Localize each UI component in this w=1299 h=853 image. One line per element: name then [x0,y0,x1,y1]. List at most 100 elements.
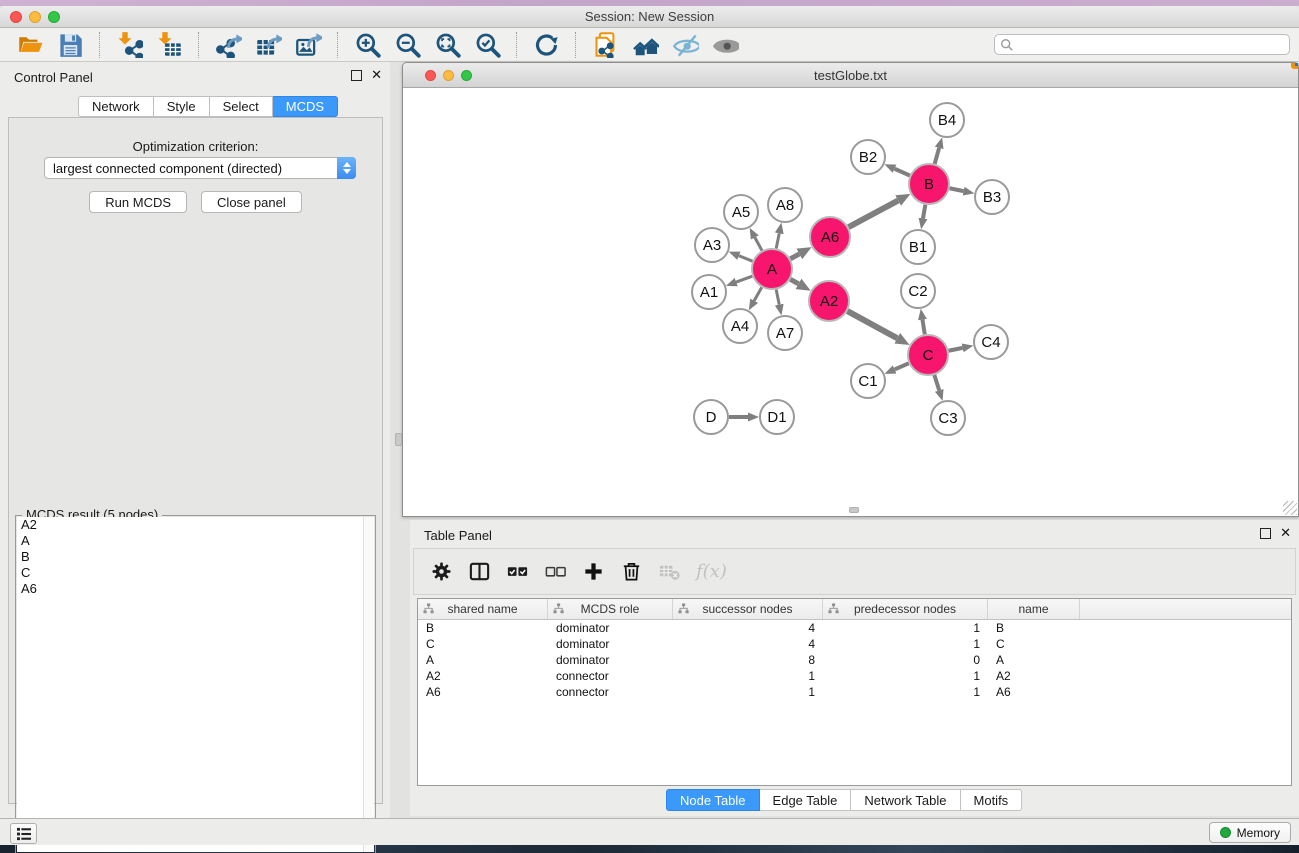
table-row[interactable]: Bdominator41B [418,620,1291,636]
network-vscrollbar[interactable] [395,433,402,446]
graph-node-B1[interactable]: B1 [901,230,935,264]
table-cell[interactable]: connector [548,684,673,700]
delete-column-button[interactable] [616,556,647,587]
tab-edge-table[interactable]: Edge Table [760,789,852,811]
save-session-button[interactable] [50,30,90,60]
tab-style[interactable]: Style [154,96,210,117]
table-cell[interactable]: dominator [548,652,673,668]
optimization-criterion-dropdown[interactable]: largest connected component (directed) [44,157,356,179]
graph-node-B2[interactable]: B2 [851,140,885,174]
import-network-button[interactable] [109,30,149,60]
table-cell[interactable]: 0 [823,652,988,668]
import-table-button[interactable] [149,30,189,60]
table-cell[interactable]: 1 [823,620,988,636]
graph-edge-C-C2[interactable] [922,320,924,335]
result-list-item[interactable]: B [17,549,374,565]
result-list-item[interactable]: C [17,565,374,581]
result-list-item[interactable]: A6 [17,581,374,597]
table-cell[interactable]: dominator [548,636,673,652]
network-window-titlebar[interactable]: testGlobe.txt [403,63,1298,88]
hide-selected-button[interactable] [665,30,705,60]
table-row[interactable]: Cdominator41C [418,636,1291,652]
graph-node-C[interactable]: C [908,335,948,375]
graph-edge-C-C1[interactable] [895,363,909,369]
table-settings-button[interactable] [426,556,457,587]
column-header-successor-nodes[interactable]: successor nodes [673,599,823,619]
table-cell[interactable]: 1 [673,668,823,684]
graph-edge-B-B1[interactable] [923,205,925,219]
graph-node-A[interactable]: A [752,249,792,289]
table-cell[interactable]: A6 [988,684,1080,700]
table-cell[interactable]: C [988,636,1080,652]
graph-edge-B-B4[interactable] [935,148,939,164]
graph-node-A7[interactable]: A7 [768,316,802,350]
tab-network[interactable]: Network [78,96,154,117]
network-hscrollbar[interactable] [849,507,859,513]
resize-grip-icon[interactable] [1283,501,1297,515]
graph-edge-A2-C[interactable] [847,311,897,338]
table-row[interactable]: A2connector11A2 [418,668,1291,684]
table-cell[interactable]: B [988,620,1080,636]
graph-edge-B-B2[interactable] [895,169,910,176]
table-cell[interactable]: 1 [823,636,988,652]
graph-edge-A-A2[interactable] [790,279,798,284]
float-panel-icon[interactable] [351,70,362,81]
graph-edge-B-B3[interactable] [950,188,964,191]
zoom-selected-button[interactable] [467,30,507,60]
graph-edge-A-A4[interactable] [754,287,762,300]
column-header-predecessor-nodes[interactable]: predecessor nodes [823,599,988,619]
graph-node-C1[interactable]: C1 [851,364,885,398]
task-history-button[interactable] [10,823,37,844]
column-header-mcds-role[interactable]: MCDS role [548,599,673,619]
table-cell[interactable]: connector [548,668,673,684]
select-all-rows-button[interactable] [502,556,533,587]
graph-node-A8[interactable]: A8 [768,188,802,222]
float-table-panel-icon[interactable] [1260,528,1271,539]
table-cell[interactable]: A2 [418,668,548,684]
export-image-button[interactable] [288,30,328,60]
graph-edge-C-C3[interactable] [934,375,939,390]
graph-node-B3[interactable]: B3 [975,180,1009,214]
column-header-shared-name[interactable]: shared name [418,599,548,619]
graph-edge-C-C4[interactable] [949,348,963,351]
table-cell[interactable]: dominator [548,620,673,636]
open-file-button[interactable] [10,30,50,60]
network-canvas[interactable]: B4B2BB3A8A5A6A3B1AA1C2A2A4A7C4CC1C3DD1 [403,88,1298,516]
graph-edge-A-A7[interactable] [776,290,779,305]
graph-node-A1[interactable]: A1 [692,275,726,309]
graph-node-C2[interactable]: C2 [901,274,935,308]
home-view-button[interactable] [625,30,665,60]
column-header-name[interactable]: name [988,599,1080,619]
close-panel-icon[interactable]: ✕ [371,69,382,82]
run-mcds-button[interactable]: Run MCDS [89,191,187,213]
zoom-out-button[interactable] [387,30,427,60]
table-cell[interactable]: 4 [673,620,823,636]
graph-node-A3[interactable]: A3 [695,228,729,262]
graph-node-A2[interactable]: A2 [809,281,849,321]
refresh-view-button[interactable] [526,30,566,60]
export-network-button[interactable] [208,30,248,60]
graph-node-C3[interactable]: C3 [931,401,965,435]
table-row[interactable]: Adominator80A [418,652,1291,668]
table-cell[interactable]: A2 [988,668,1080,684]
result-list-item[interactable]: A [17,533,374,549]
add-column-button[interactable] [578,556,609,587]
table-cell[interactable]: 4 [673,636,823,652]
graph-node-D1[interactable]: D1 [760,400,794,434]
graph-edge-A-A5[interactable] [755,237,762,250]
graph-node-B4[interactable]: B4 [930,103,964,137]
graph-node-B[interactable]: B [909,164,949,204]
table-cell[interactable]: B [418,620,548,636]
zoom-fit-button[interactable] [427,30,467,60]
close-panel-button[interactable]: Close panel [201,191,302,213]
result-list-item[interactable]: A2 [17,517,374,533]
graph-edge-A-A6[interactable] [790,254,799,259]
tab-network-table[interactable]: Network Table [851,789,960,811]
table-cell[interactable]: A [988,652,1080,668]
table-cell[interactable]: 1 [823,668,988,684]
graph-edge-A-A3[interactable] [739,256,753,261]
table-cell[interactable]: A6 [418,684,548,700]
split-view-button[interactable] [464,556,495,587]
graph-edge-A-A1[interactable] [736,276,752,282]
graph-edge-A-A8[interactable] [776,233,779,248]
